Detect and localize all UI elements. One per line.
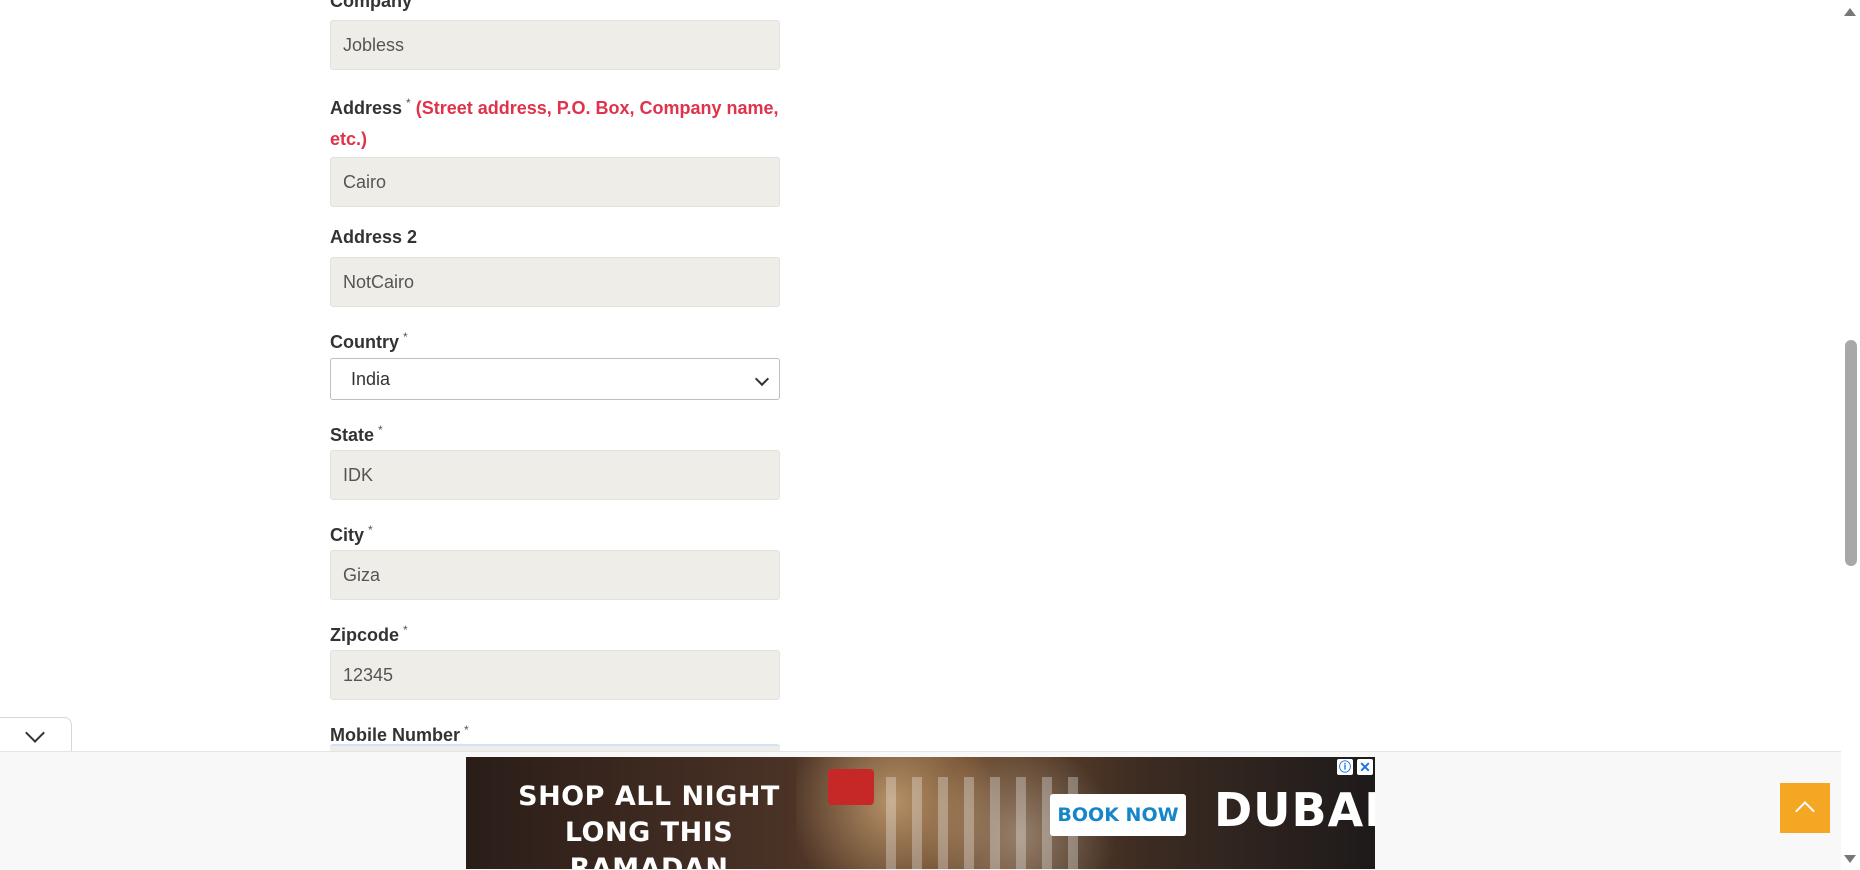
state-input[interactable]: IDK [330, 450, 780, 500]
country-selected: India [351, 369, 391, 389]
zipcode-label: Zipcode * [330, 623, 408, 645]
scrollbar-thumb[interactable] [1845, 340, 1857, 566]
country-select[interactable]: India [330, 358, 780, 400]
company-input[interactable]: Jobless [330, 20, 780, 70]
back-to-top-button[interactable] [1780, 783, 1830, 833]
ad-banner[interactable]: SHOP ALL NIGHT LONG THIS RAMADAN BOOK NO… [466, 757, 1375, 869]
state-label: State * [330, 423, 383, 445]
ad-bus-image [828, 769, 874, 805]
city-label: City * [330, 523, 373, 545]
chevron-down-icon [25, 723, 45, 743]
address2-label: Address 2 [330, 227, 418, 247]
city-input[interactable]: Giza [330, 550, 780, 600]
country-label: Country * [330, 330, 408, 352]
scroll-up-icon[interactable] [1844, 8, 1856, 16]
page-scrollbar[interactable] [1841, 0, 1860, 869]
ad-headline: SHOP ALL NIGHT LONG THIS RAMADAN [518, 781, 780, 869]
ad-book-now-button[interactable]: BOOK NOW [1050, 794, 1186, 836]
chevron-down-icon [754, 371, 770, 387]
ad-brand-logo: DUBAI [1214, 783, 1375, 837]
address-input[interactable]: Cairo [330, 157, 780, 207]
address-label: Address * (Street address, P.O. Box, Comp… [330, 96, 779, 149]
address2-input[interactable]: NotCairo [330, 257, 780, 307]
ad-collapse-button[interactable] [0, 717, 72, 751]
zipcode-input[interactable]: 12345 [330, 650, 780, 700]
scroll-down-icon[interactable] [1844, 855, 1856, 863]
chevron-up-icon [1795, 801, 1815, 821]
ad-close-icon[interactable]: ✕ [1357, 759, 1373, 775]
ad-info-icon[interactable]: ⓘ [1337, 759, 1353, 775]
company-label: Company [330, 0, 413, 11]
